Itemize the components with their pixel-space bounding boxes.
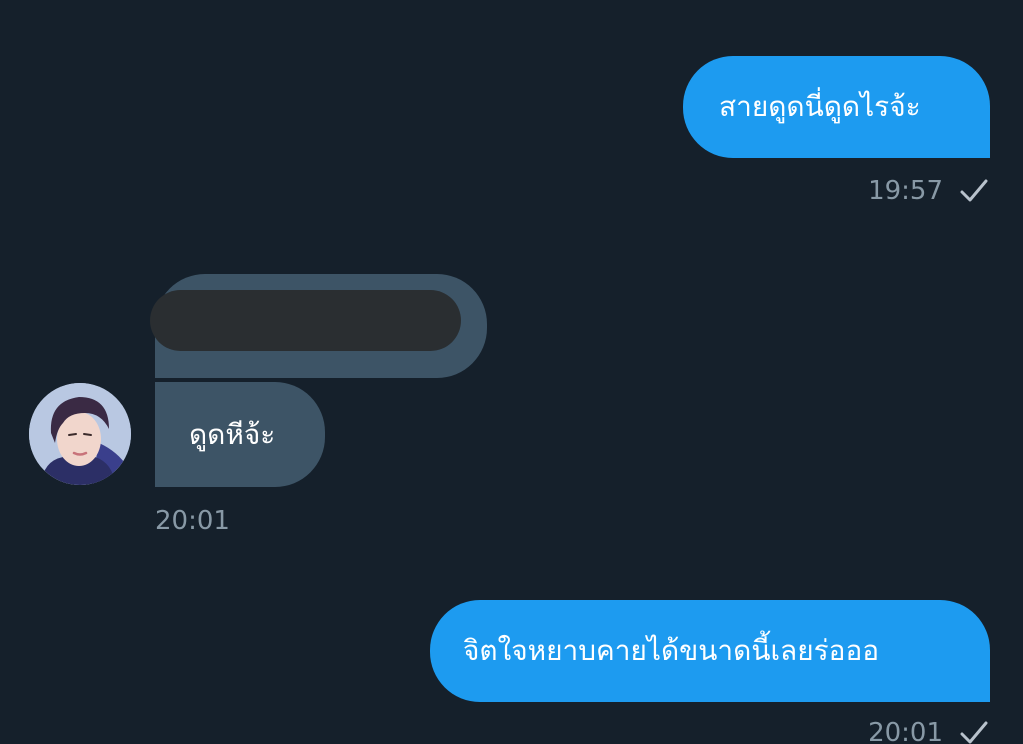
avatar[interactable] xyxy=(29,383,131,485)
avatar-photo-icon xyxy=(29,383,131,485)
sent-message-bubble[interactable]: สายดูดนี่ดูดไรจ้ะ xyxy=(683,56,990,158)
sent-message-bubble[interactable]: จิตใจหยาบคายได้ขนาดนี้เลยร่อออ xyxy=(430,600,990,702)
received-message-bubble[interactable] xyxy=(150,274,487,378)
redacted-text-block xyxy=(150,290,461,351)
message-text: ดูดหีจ้ะ xyxy=(189,417,276,451)
check-icon xyxy=(959,720,989,744)
message-timestamp: 19:57 xyxy=(868,176,943,206)
dm-conversation: สายดูดนี่ดูดไรจ้ะ 19:57 ดูดหีจ้ะ 20:01 จ xyxy=(0,0,1023,744)
received-message-bubble[interactable]: ดูดหีจ้ะ xyxy=(155,382,325,487)
message-meta: 20:01 xyxy=(868,718,989,744)
check-icon xyxy=(959,178,989,204)
message-timestamp: 20:01 xyxy=(868,718,943,744)
message-text: จิตใจหยาบคายได้ขนาดนี้เลยร่อออ xyxy=(463,634,880,667)
message-meta: 19:57 xyxy=(868,176,989,206)
message-text: สายดูดนี่ดูดไรจ้ะ xyxy=(719,90,921,123)
message-timestamp: 20:01 xyxy=(155,506,230,536)
